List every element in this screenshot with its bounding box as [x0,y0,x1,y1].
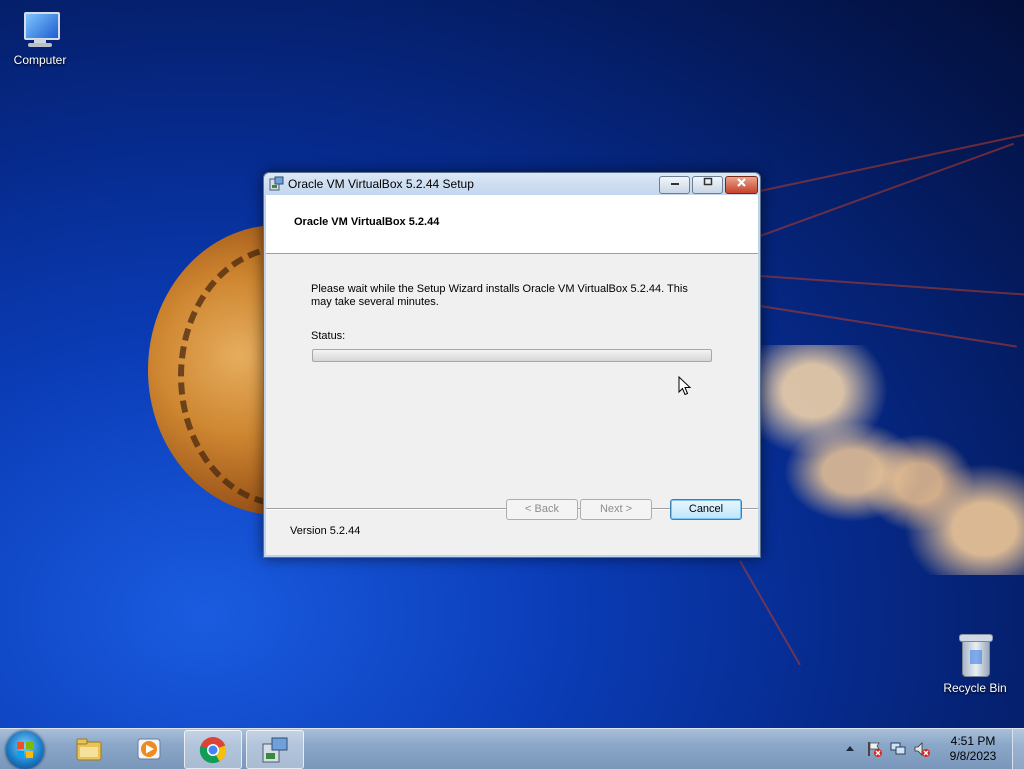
wallpaper-strand [759,305,1017,348]
wallpaper-strand [759,133,1024,192]
mouse-cursor-icon [678,376,692,396]
clock-time: 4:51 PM [950,734,996,748]
virtualbox-setup-icon [262,737,288,763]
show-hidden-icons-arrow[interactable] [844,741,856,757]
close-icon [737,178,746,187]
wallpaper-strand [759,275,1024,296]
taskbar-item-media-player[interactable] [121,730,177,767]
media-player-icon [137,738,161,760]
install-message: Please wait while the Setup Wizard insta… [311,283,688,308]
version-label: Version 5.2.44 [290,525,361,537]
chrome-icon [199,737,227,764]
clock-date: 9/8/2023 [949,749,997,763]
desktop-icon-label: Computer [13,53,67,67]
next-button[interactable]: Next > [580,499,652,520]
close-button[interactable] [725,176,758,194]
start-button[interactable] [6,731,44,769]
wallpaper-strand [759,142,1015,237]
taskbar-item-chrome[interactable] [184,730,242,769]
minimize-icon [670,183,679,185]
computer-icon [20,10,60,50]
action-center-flag-icon[interactable] [866,741,882,757]
windows-logo-icon [17,742,33,758]
volume-muted-icon[interactable] [914,741,930,757]
dialog-title: Oracle VM VirtualBox 5.2.44 Setup [288,177,474,191]
desktop-icon-computer[interactable]: Computer [0,10,80,67]
taskbar-item-virtualbox-setup[interactable] [246,730,304,769]
cancel-button[interactable]: Cancel [670,499,742,520]
taskbar: 4:51 PM 9/8/2023 [0,728,1024,769]
banner-title: Oracle VM VirtualBox 5.2.44 [294,216,440,228]
wallpaper-strand [739,560,801,666]
back-button[interactable]: < Back [506,499,578,520]
setup-dialog: Oracle VM VirtualBox 5.2.44 Setup Oracle… [263,172,761,558]
maximize-button[interactable] [692,176,723,194]
maximize-icon [703,177,712,186]
network-icon[interactable] [890,741,906,757]
recycle-bin-icon [957,632,993,678]
wallpaper-jellyfish-tentacles [760,345,1024,575]
installer-icon [269,176,284,191]
taskbar-item-explorer[interactable] [61,730,117,767]
minimize-button[interactable] [659,176,690,194]
windows-explorer-icon [76,738,102,761]
dialog-banner: Oracle VM VirtualBox 5.2.44 [266,195,758,254]
dialog-titlebar[interactable]: Oracle VM VirtualBox 5.2.44 Setup [264,173,760,195]
show-desktop-button[interactable] [1012,729,1024,769]
taskbar-clock[interactable]: 4:51 PM 9/8/2023 [940,734,1006,764]
desktop-icon-label: Recycle Bin [943,681,1007,695]
install-progress-bar [312,349,712,362]
status-label: Status: [311,330,346,342]
desktop-icon-recycle-bin[interactable]: Recycle Bin [935,632,1015,695]
